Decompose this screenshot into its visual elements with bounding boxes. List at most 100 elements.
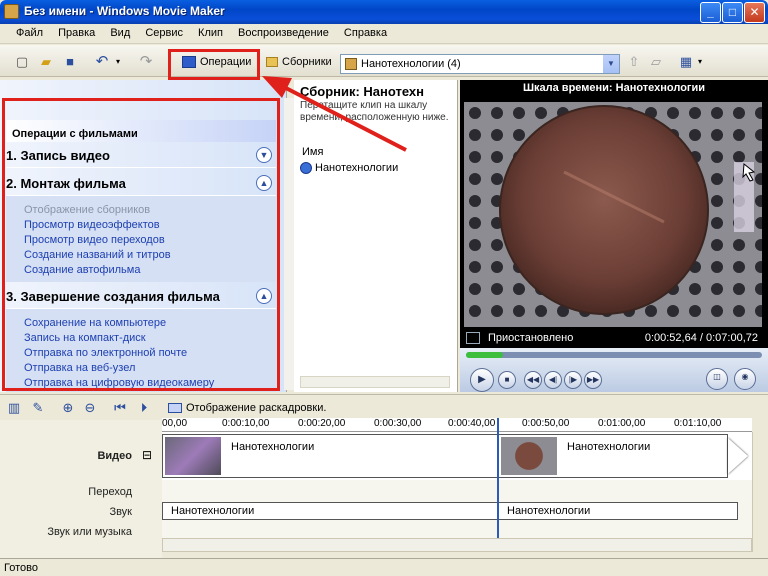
new-folder-icon[interactable]: ▱ [648, 54, 664, 70]
collapse-track-icon[interactable]: ⊟ [142, 448, 152, 462]
collections-label: Сборники [282, 56, 332, 68]
view-dropdown-icon[interactable]: ▾ [692, 54, 708, 70]
collections-button[interactable]: Сборники [262, 51, 336, 73]
new-project-icon[interactable]: ▢ [14, 54, 30, 70]
playback-controls: ▶ ■ ◀◀ ◀| |▶ ▶▶ ◫ ◉ [460, 348, 768, 392]
app-icon [4, 4, 19, 19]
collection-pane-scrollbar[interactable] [300, 376, 450, 388]
track-label-music: Звук или музыка [47, 526, 132, 538]
video-clip[interactable]: Нанотехнологии [498, 434, 728, 478]
menu-edit[interactable]: Правка [52, 24, 101, 44]
timeline-toolbar: ▥ ✎ ⊕ ⊖ ⏮ ⏵ Отображение раскадровки. [0, 394, 768, 420]
folder-icon [266, 57, 278, 67]
status-text: Готово [4, 562, 38, 574]
monitor-mode-icon [466, 332, 480, 344]
collection-pane: Сборник: Нанотехн Перетащите клип на шка… [294, 80, 458, 392]
track-label-audio: Звук [109, 506, 132, 518]
collection-item[interactable]: Нанотехнологии [300, 162, 398, 174]
seek-track[interactable] [466, 352, 762, 358]
ruler-tick: 0:00:20,00 [298, 418, 346, 429]
play-button[interactable]: ▶ [470, 368, 494, 392]
up-level-icon[interactable]: ⇧ [626, 54, 642, 70]
collection-pane-title: Сборник: Нанотехн [300, 84, 425, 99]
ruler-tick: 0:00:30,00 [374, 418, 422, 429]
clip-thumbnail [165, 437, 221, 475]
collection-icon [345, 58, 357, 70]
timeline-track-labels: Видео ⊟ Переход Звук Звук или музыка [0, 420, 162, 560]
split-clip-button[interactable]: ◫ [706, 368, 728, 390]
track-label-transition: Переход [88, 486, 132, 498]
menu-file[interactable]: Файл [10, 24, 49, 44]
clip-icon [300, 162, 312, 174]
close-button[interactable]: ✕ [744, 2, 765, 23]
audio-clip[interactable]: Нанотехнологии [162, 502, 498, 520]
audio-clip-label: Нанотехнологии [507, 505, 591, 517]
play-timeline-icon[interactable]: ⏵ [136, 400, 152, 416]
storyboard-label: Отображение раскадровки. [186, 402, 327, 414]
menu-tools[interactable]: Сервис [139, 24, 189, 44]
operations-highlight-box [168, 49, 260, 80]
title-bar[interactable]: Без имени - Windows Movie Maker _ □ ✕ [0, 0, 768, 24]
playhead[interactable] [497, 418, 499, 538]
ruler-tick: 0:00:10,00 [222, 418, 270, 429]
timeline-vertical-scrollbar[interactable] [752, 432, 766, 552]
timeline-horizontal-scrollbar[interactable] [162, 538, 752, 552]
status-bar: Готово [0, 558, 768, 576]
monitor-status-bar: Приостановлено 0:00:52,64 / 0:07:00,72 [464, 329, 762, 347]
clip-thumbnail [501, 437, 557, 475]
show-storyboard-button[interactable]: Отображение раскадровки. [164, 397, 330, 419]
rewind-button[interactable]: ◀◀ [524, 371, 542, 389]
collection-select-value: Нанотехнологии (4) [361, 58, 461, 70]
video-frame [464, 102, 762, 327]
window-title: Без имени - Windows Movie Maker [24, 4, 225, 18]
transition-track [162, 482, 752, 500]
redo-icon[interactable]: ↷ [138, 54, 154, 70]
snapshot-button[interactable]: ◉ [734, 368, 756, 390]
timeline-ruler[interactable]: 00,00 0:00:10,00 0:00:20,00 0:00:30,00 0… [162, 418, 752, 432]
column-header-name[interactable]: Имя [302, 146, 323, 158]
ruler-tick: 0:00:40,00 [448, 418, 496, 429]
zoom-in-icon[interactable]: ⊕ [60, 400, 76, 416]
menu-playback[interactable]: Воспроизведение [232, 24, 335, 44]
zoom-out-icon[interactable]: ⊖ [82, 400, 98, 416]
collection-item-label: Нанотехнологии [315, 162, 399, 174]
menu-help[interactable]: Справка [338, 24, 393, 44]
ruler-tick: 00,00 [162, 418, 188, 429]
task-pane-highlight-box [2, 98, 280, 391]
menu-bar: Файл Правка Вид Сервис Клип Воспроизведе… [0, 24, 768, 44]
chevron-down-icon[interactable]: ▼ [603, 55, 619, 73]
audio-clip-label: Нанотехнологии [171, 505, 255, 517]
ruler-tick: 0:00:50,00 [522, 418, 570, 429]
stop-button[interactable]: ■ [498, 371, 516, 389]
storyboard-icon [168, 403, 182, 413]
next-frame-button[interactable]: |▶ [564, 371, 582, 389]
menu-clip[interactable]: Клип [192, 24, 229, 44]
narrate-microphone-icon[interactable]: ✎ [30, 400, 46, 416]
audio-clip[interactable]: Нанотехнологии [498, 502, 738, 520]
menu-view[interactable]: Вид [104, 24, 136, 44]
ruler-tick: 0:01:10,00 [674, 418, 722, 429]
clip-end-marker-icon [728, 438, 748, 474]
ruler-tick: 0:01:00,00 [598, 418, 646, 429]
open-project-icon[interactable]: ▰ [38, 54, 54, 70]
previous-frame-button[interactable]: ◀| [544, 371, 562, 389]
video-clip-label: Нанотехнологии [231, 441, 315, 453]
set-audio-levels-icon[interactable]: ▥ [6, 400, 22, 416]
playback-status: Приостановлено [488, 332, 574, 344]
seek-progress [466, 352, 503, 358]
undo-dropdown-icon[interactable]: ▾ [110, 54, 126, 70]
track-label-video: Видео [97, 450, 132, 462]
video-clip[interactable]: Нанотехнологии [162, 434, 498, 478]
collection-select[interactable]: Нанотехнологии (4) ▼ [340, 54, 620, 74]
playback-time: 0:00:52,64 / 0:07:00,72 [644, 332, 758, 344]
undo-icon[interactable]: ↶ [94, 54, 110, 70]
rewind-timeline-icon[interactable]: ⏮ [112, 400, 128, 416]
video-clip-label: Нанотехнологии [567, 441, 651, 453]
save-project-icon[interactable]: ■ [62, 54, 78, 70]
minimize-button[interactable]: _ [700, 2, 721, 23]
monitor-title: Шкала времени: Нанотехнологии [522, 82, 706, 94]
fast-forward-button[interactable]: ▶▶ [584, 371, 602, 389]
task-pane-scrollbar[interactable] [284, 98, 294, 390]
maximize-button[interactable]: □ [722, 2, 743, 23]
collection-pane-hint: Перетащите клип на шкалу времени, распол… [300, 100, 449, 123]
